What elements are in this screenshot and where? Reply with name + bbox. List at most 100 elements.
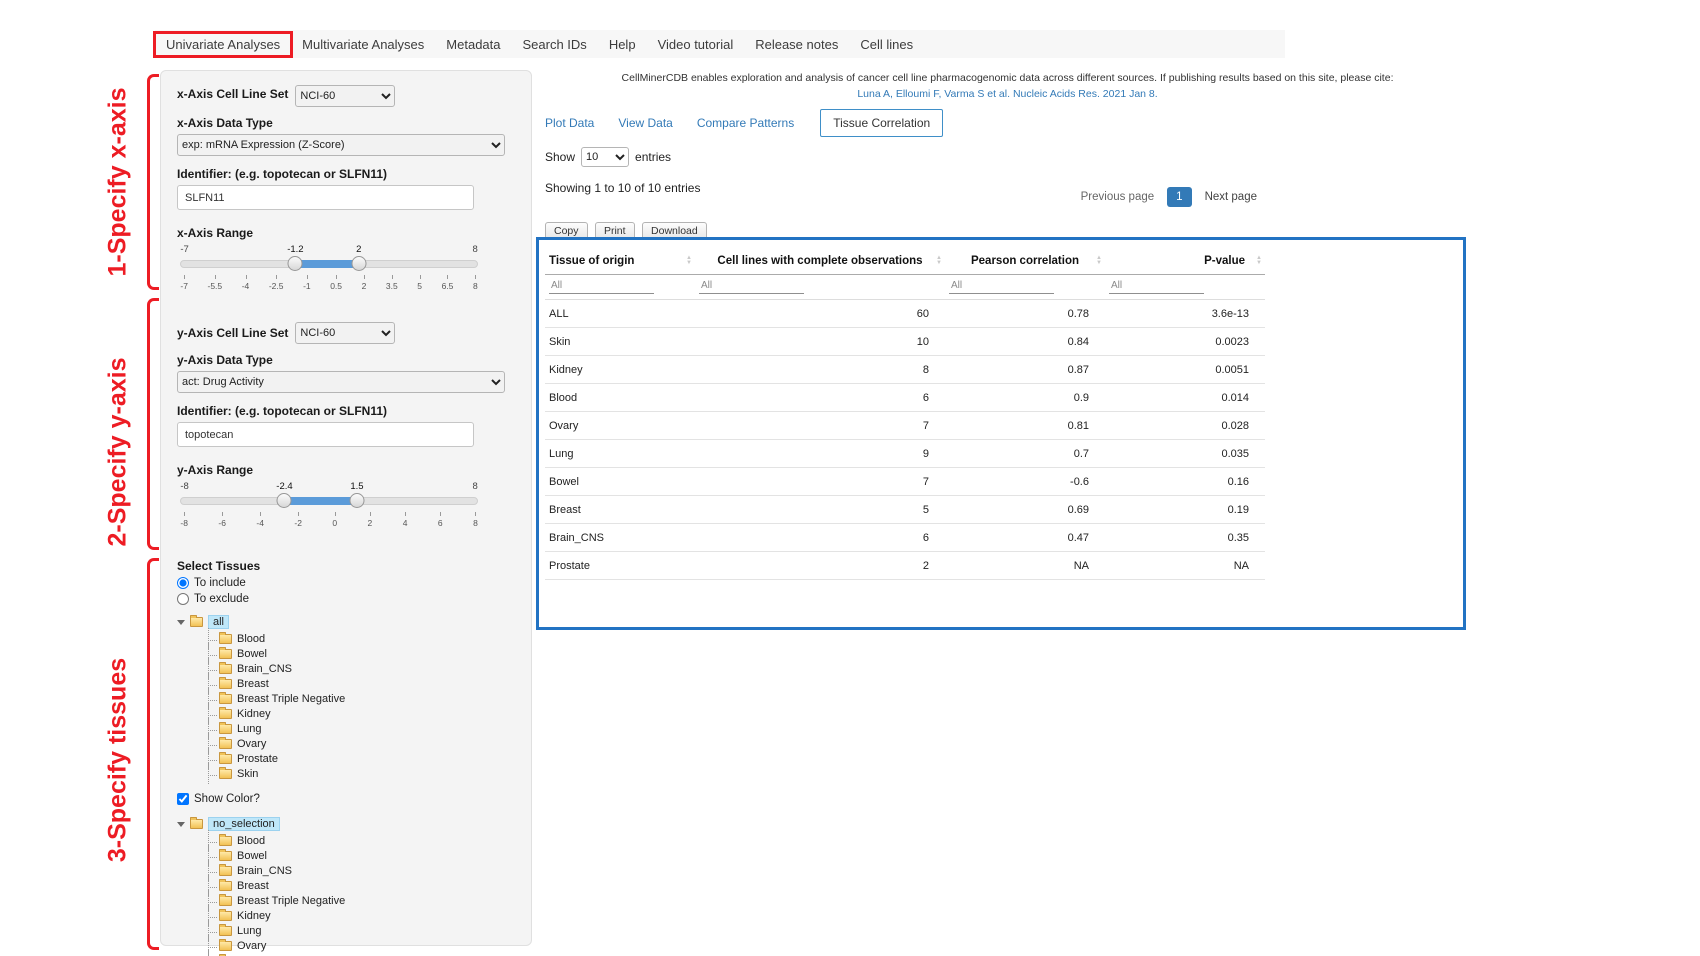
slider-handle-from[interactable] <box>288 256 303 271</box>
y-axis-cell-line-set-label: y-Axis Cell Line Set <box>177 326 288 340</box>
tree-item-label: Breast Triple Negative <box>237 693 345 705</box>
table-row[interactable]: Prostate 2 NA NA <box>545 552 1265 580</box>
table-row[interactable]: Bowel 7 -0.6 0.16 <box>545 468 1265 496</box>
filter-pvalue-input[interactable] <box>1109 278 1204 294</box>
tree-root-row[interactable]: all <box>177 613 515 631</box>
tree-item-tissue[interactable]: Brain_CNS <box>203 863 515 878</box>
tree-item-tissue[interactable]: Skin <box>203 766 515 781</box>
sort-both-icon[interactable]: ▲▼ <box>1096 256 1102 266</box>
tree-item-tissue[interactable]: Breast <box>203 878 515 893</box>
x-axis-data-type-select[interactable]: exp: mRNA Expression (Z-Score) <box>177 134 505 156</box>
tree-item-tissue[interactable]: Bowel <box>203 848 515 863</box>
tree-item-tissue[interactable]: Kidney <box>203 706 515 721</box>
nav-tab[interactable]: Video tutorial <box>647 37 745 52</box>
entries-per-page-select[interactable]: 10 <box>581 147 629 167</box>
table-row[interactable]: Ovary 7 0.81 0.028 <box>545 412 1265 440</box>
tree-item-tissue[interactable]: Breast Triple Negative <box>203 893 515 908</box>
sort-both-icon[interactable]: ▲▼ <box>936 256 942 266</box>
slider-tick: 6.5 <box>442 274 454 291</box>
export-button[interactable]: Copy <box>545 222 588 240</box>
column-header[interactable]: P-value ▲▼ <box>1105 248 1265 275</box>
tree-item-tissue[interactable]: Bowel <box>203 646 515 661</box>
table-row[interactable]: Kidney 8 0.87 0.0051 <box>545 356 1265 384</box>
tab-link[interactable]: Compare Patterns <box>697 116 794 130</box>
column-header[interactable]: Pearson correlation ▲▼ <box>945 248 1105 275</box>
table-row[interactable]: Skin 10 0.84 0.0023 <box>545 328 1265 356</box>
slider-handle-to[interactable] <box>349 493 364 508</box>
tree-item-tissue[interactable]: Lung <box>203 923 515 938</box>
x-axis-cell-line-set-select[interactable]: NCI-60 <box>295 85 395 107</box>
export-button[interactable]: Print <box>595 222 635 240</box>
previous-page-button[interactable]: Previous page <box>1073 186 1163 208</box>
slider-handle-from[interactable] <box>277 493 292 508</box>
table-row[interactable]: Brain_CNS 6 0.47 0.35 <box>545 524 1265 552</box>
nav-tab[interactable]: Metadata <box>435 37 511 52</box>
tree-root-no-selection[interactable]: no_selection <box>208 817 280 831</box>
slider-selected-range[interactable] <box>295 260 358 268</box>
slider-handle-to[interactable] <box>351 256 366 271</box>
tree-open-toggle-icon[interactable] <box>177 822 185 827</box>
slider-tick: -7 <box>180 274 188 291</box>
next-page-button[interactable]: Next page <box>1197 186 1265 208</box>
tree-item-label: Ovary <box>237 738 266 750</box>
y-axis-data-type-select[interactable]: act: Drug Activity <box>177 371 505 393</box>
tree-item-tissue[interactable]: Ovary <box>203 938 515 953</box>
cell-pearson-correlation: NA <box>945 552 1105 580</box>
tree-root-all[interactable]: all <box>208 615 229 629</box>
cell-pearson-correlation: 0.84 <box>945 328 1105 356</box>
bracket-tissues-section <box>147 558 159 950</box>
nav-tab[interactable]: Multivariate Analyses <box>291 37 435 52</box>
nav-tab[interactable]: Univariate Analyses <box>155 37 291 52</box>
cell-pearson-correlation: 0.87 <box>945 356 1105 384</box>
column-header[interactable]: Tissue of origin ▲▼ <box>545 248 695 275</box>
tab-link[interactable]: Plot Data <box>545 116 594 130</box>
slider-tick: -1 <box>303 274 311 291</box>
tree-item-tissue[interactable]: Blood <box>203 833 515 848</box>
page-1-button[interactable]: 1 <box>1167 187 1191 207</box>
tab-tissue-correlation[interactable]: Tissue Correlation <box>820 109 943 137</box>
tissue-exclude-option[interactable]: To exclude <box>177 593 515 605</box>
show-color-row[interactable]: Show Color? <box>177 793 515 805</box>
tree-item-tissue[interactable]: Kidney <box>203 908 515 923</box>
column-header[interactable]: Cell lines with complete observations ▲▼ <box>695 248 945 275</box>
slider-selected-range[interactable] <box>284 497 357 505</box>
tree-open-toggle-icon[interactable] <box>177 620 185 625</box>
table-row[interactable]: ALL 60 0.78 3.6e-13 <box>545 300 1265 328</box>
include-radio[interactable] <box>177 577 189 589</box>
slider-tick: -8 <box>180 511 188 528</box>
show-color-checkbox[interactable] <box>177 793 189 805</box>
citation-link[interactable]: Luna A, Elloumi F, Varma S et al. Nuclei… <box>545 88 1470 100</box>
tree-item-tissue[interactable]: Ovary <box>203 736 515 751</box>
tree-item-tissue[interactable]: Breast Triple Negative <box>203 691 515 706</box>
tissue-include-option[interactable]: To include <box>177 577 515 589</box>
cell-tissue-of-origin: Ovary <box>545 412 695 440</box>
cell-tissue-of-origin: Prostate <box>545 552 695 580</box>
tab-link[interactable]: View Data <box>618 116 672 130</box>
sort-both-icon[interactable]: ▲▼ <box>1256 256 1262 266</box>
bracket-x-axis-section <box>147 74 159 290</box>
filter-tissue-input[interactable] <box>549 278 654 294</box>
table-row[interactable]: Breast 5 0.69 0.19 <box>545 496 1265 524</box>
nav-tab[interactable]: Cell lines <box>849 37 924 52</box>
tree-root-row[interactable]: no_selection <box>177 815 515 833</box>
y-axis-cell-line-set-select[interactable]: NCI-60 <box>295 322 395 344</box>
y-axis-identifier-input[interactable] <box>177 422 474 447</box>
nav-tab[interactable]: Search IDs <box>512 37 598 52</box>
x-axis-identifier-input[interactable] <box>177 185 474 210</box>
nav-tab[interactable]: Help <box>598 37 647 52</box>
filter-observations-input[interactable] <box>699 278 804 294</box>
export-button[interactable]: Download <box>642 222 707 240</box>
tree-item-tissue[interactable]: Lung <box>203 721 515 736</box>
table-row[interactable]: Blood 6 0.9 0.014 <box>545 384 1265 412</box>
tree-item-tissue[interactable]: Breast <box>203 676 515 691</box>
y-axis-range-slider[interactable]: -8 8 -2.4 1.5 -8-6-4-202468 <box>180 481 477 537</box>
exclude-radio[interactable] <box>177 593 189 605</box>
x-axis-range-slider[interactable]: -7 8 -1.2 2 -7-5.5-4-2.5-10.523.556.58 <box>180 244 477 300</box>
tree-item-tissue[interactable]: Blood <box>203 631 515 646</box>
nav-tab[interactable]: Release notes <box>744 37 849 52</box>
tree-item-tissue[interactable]: Brain_CNS <box>203 661 515 676</box>
tree-item-tissue[interactable]: Prostate <box>203 751 515 766</box>
table-row[interactable]: Lung 9 0.7 0.035 <box>545 440 1265 468</box>
filter-pearson-input[interactable] <box>949 278 1054 294</box>
sort-both-icon[interactable]: ▲▼ <box>686 256 692 266</box>
